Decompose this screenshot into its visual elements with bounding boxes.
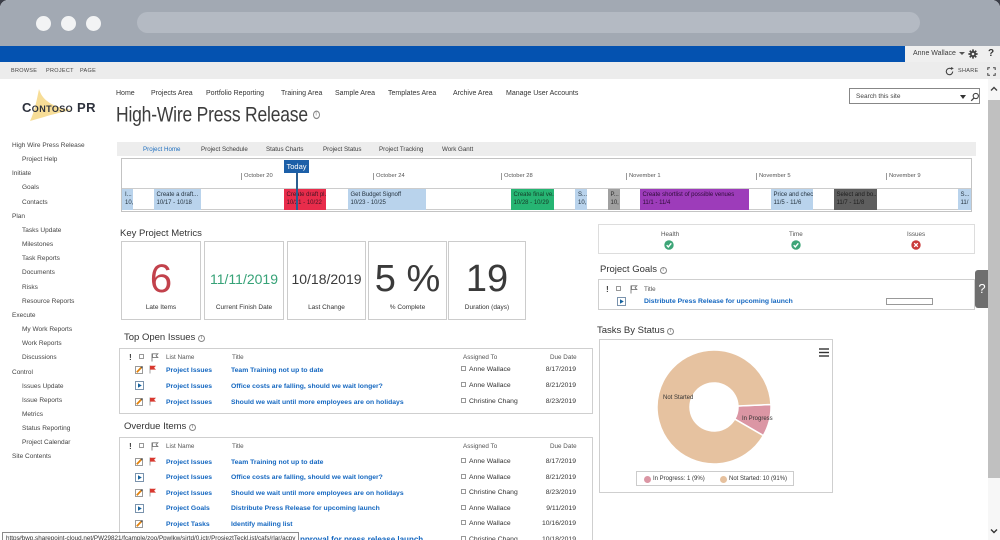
svg-text:Contoso PR: Contoso PR <box>22 100 96 115</box>
svg-text:Not Started: Not Started <box>663 395 693 401</box>
svg-text:In Progress: In Progress <box>742 416 773 422</box>
